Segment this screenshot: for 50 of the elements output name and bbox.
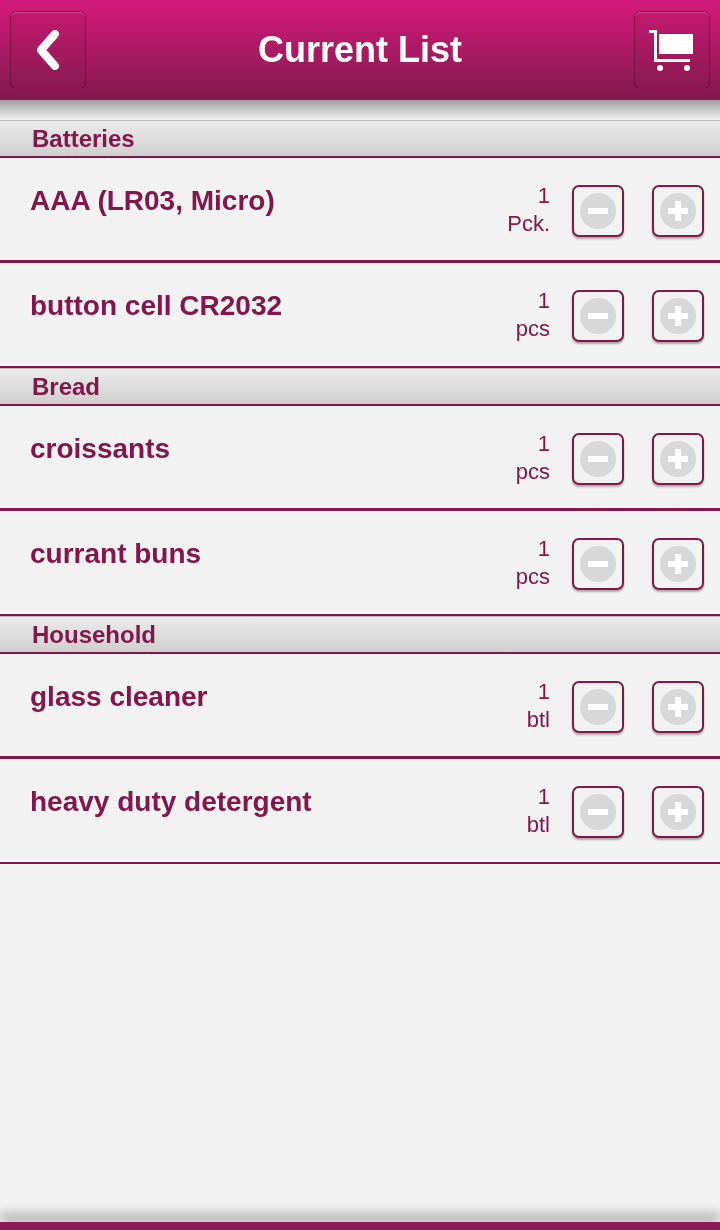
minus-icon — [580, 689, 616, 725]
section-title: Batteries — [32, 124, 135, 153]
item-name[interactable]: heavy duty detergent — [30, 786, 527, 818]
cart-button[interactable] — [634, 11, 710, 89]
quantity: 1 — [537, 430, 550, 458]
section-title: Bread — [32, 372, 101, 401]
increase-button[interactable] — [652, 538, 704, 590]
unit: btl — [526, 706, 550, 734]
minus-icon — [580, 546, 616, 582]
item-name[interactable]: glass cleaner — [30, 681, 527, 713]
increase-button[interactable] — [652, 290, 704, 342]
minus-icon — [580, 193, 616, 229]
minus-icon — [580, 441, 616, 477]
decrease-button[interactable] — [572, 433, 624, 485]
unit: btl — [526, 811, 550, 839]
quantity: 1 — [537, 535, 550, 563]
increase-button[interactable] — [652, 433, 704, 485]
quantity: 1 — [537, 783, 550, 811]
decrease-button[interactable] — [572, 681, 624, 733]
unit: pcs — [515, 458, 550, 486]
minus-icon — [580, 298, 616, 334]
unit: pcs — [515, 315, 550, 343]
increase-button[interactable] — [652, 681, 704, 733]
unit: pcs — [515, 563, 550, 591]
plus-icon — [660, 794, 696, 830]
decrease-button[interactable] — [572, 290, 624, 342]
increase-button[interactable] — [652, 185, 704, 237]
unit: Pck. — [507, 210, 550, 238]
decrease-button[interactable] — [572, 538, 624, 590]
quantity: 1 — [537, 678, 550, 706]
plus-icon — [660, 546, 696, 582]
quantity: 1 — [537, 182, 550, 210]
minus-icon — [580, 794, 616, 830]
decrease-button[interactable] — [572, 786, 624, 838]
plus-icon — [660, 298, 696, 334]
item-name[interactable]: AAA (LR03, Micro) — [30, 185, 508, 217]
decrease-button[interactable] — [572, 185, 624, 237]
plus-icon — [660, 441, 696, 477]
back-button[interactable] — [10, 11, 86, 89]
screen-title: Current List — [258, 29, 462, 71]
quantity: 1 — [537, 287, 550, 315]
item-name[interactable]: croissants — [30, 433, 516, 465]
plus-icon — [660, 193, 696, 229]
increase-button[interactable] — [652, 786, 704, 838]
shopping-cart-icon — [649, 28, 695, 72]
item-name[interactable]: button cell CR2032 — [30, 290, 516, 322]
item-name[interactable]: currant buns — [30, 538, 516, 570]
plus-icon — [660, 689, 696, 725]
section-title: Household — [32, 620, 156, 649]
back-icon — [35, 30, 61, 70]
